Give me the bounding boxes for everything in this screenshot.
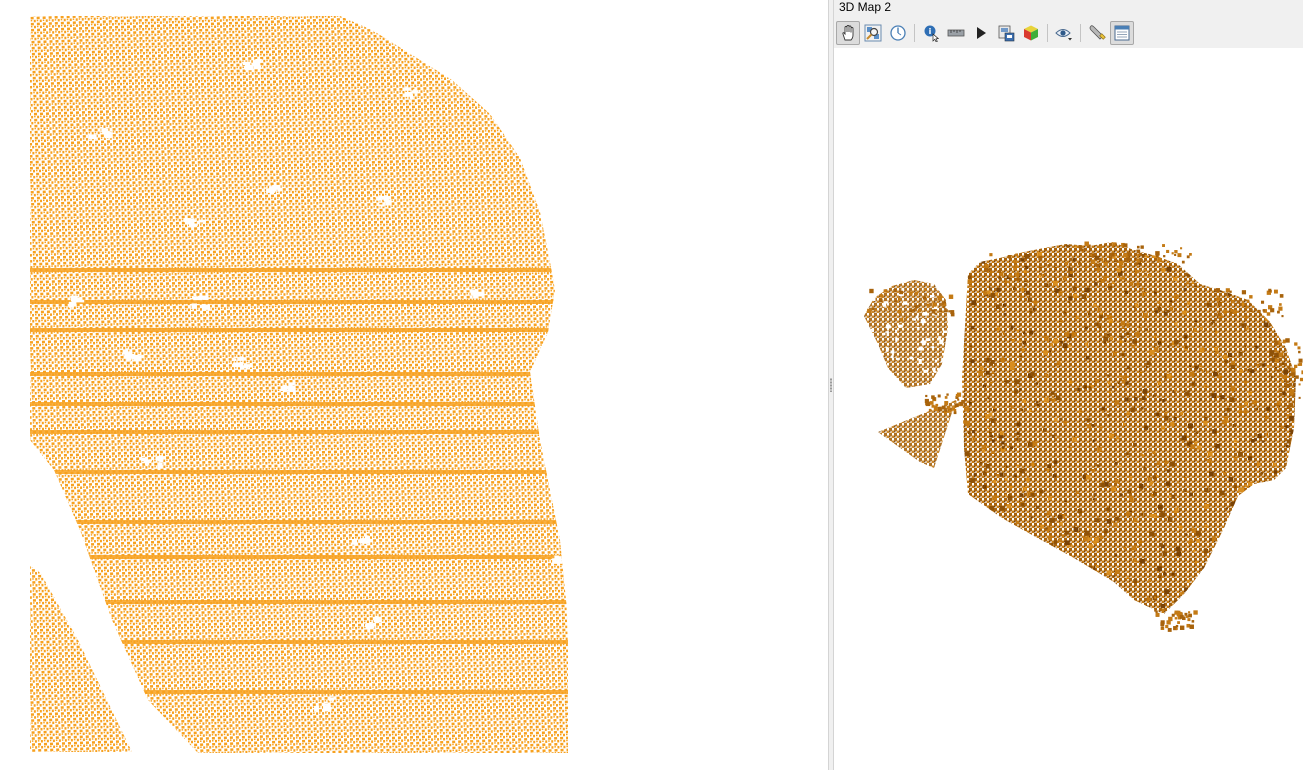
export-3d-icon (1024, 25, 1038, 41)
identify-button[interactable]: i (919, 21, 943, 45)
wrench-icon (1089, 25, 1106, 40)
toolbar-separator (1080, 24, 1081, 42)
map-canvas-2d[interactable] (0, 0, 828, 770)
animation-button[interactable] (969, 21, 993, 45)
save-image-icon (998, 25, 1015, 42)
3d-map-dock: 3D Map 2 i (834, 0, 1303, 770)
export-scene-button[interactable] (1019, 21, 1043, 45)
hand-pan-icon (842, 25, 854, 41)
point-cloud-2d-render (30, 16, 568, 753)
svg-text:i: i (929, 27, 932, 36)
reset-rotation-button[interactable] (886, 21, 910, 45)
dock-title: 3D Map 2 (839, 0, 892, 14)
dock-undock-button[interactable] (1110, 21, 1134, 45)
toolbar-separator (914, 24, 915, 42)
configure-button[interactable] (1085, 21, 1109, 45)
qgis-main-window: 3D Map 2 i (0, 0, 1303, 770)
point-cloud-3d-render (864, 241, 1303, 632)
toolbar-separator (1047, 24, 1048, 42)
splitter-grip-icon (830, 378, 832, 392)
3d-map-toolbar: i (836, 20, 1301, 46)
zoom-full-button[interactable] (861, 21, 885, 45)
camera-control-button[interactable] (836, 21, 860, 45)
zoom-full-icon (864, 24, 882, 42)
compass-icon (890, 25, 906, 41)
save-image-button[interactable] (994, 21, 1018, 45)
window-icon (1114, 25, 1130, 41)
eye-icon (1055, 29, 1072, 41)
measure-ruler-icon (947, 29, 965, 37)
measure-button[interactable] (944, 21, 968, 45)
3d-map-canvas[interactable] (834, 48, 1303, 770)
camera-view-button[interactable] (1052, 21, 1076, 45)
play-icon (977, 27, 986, 39)
identify-icon: i (924, 25, 940, 42)
